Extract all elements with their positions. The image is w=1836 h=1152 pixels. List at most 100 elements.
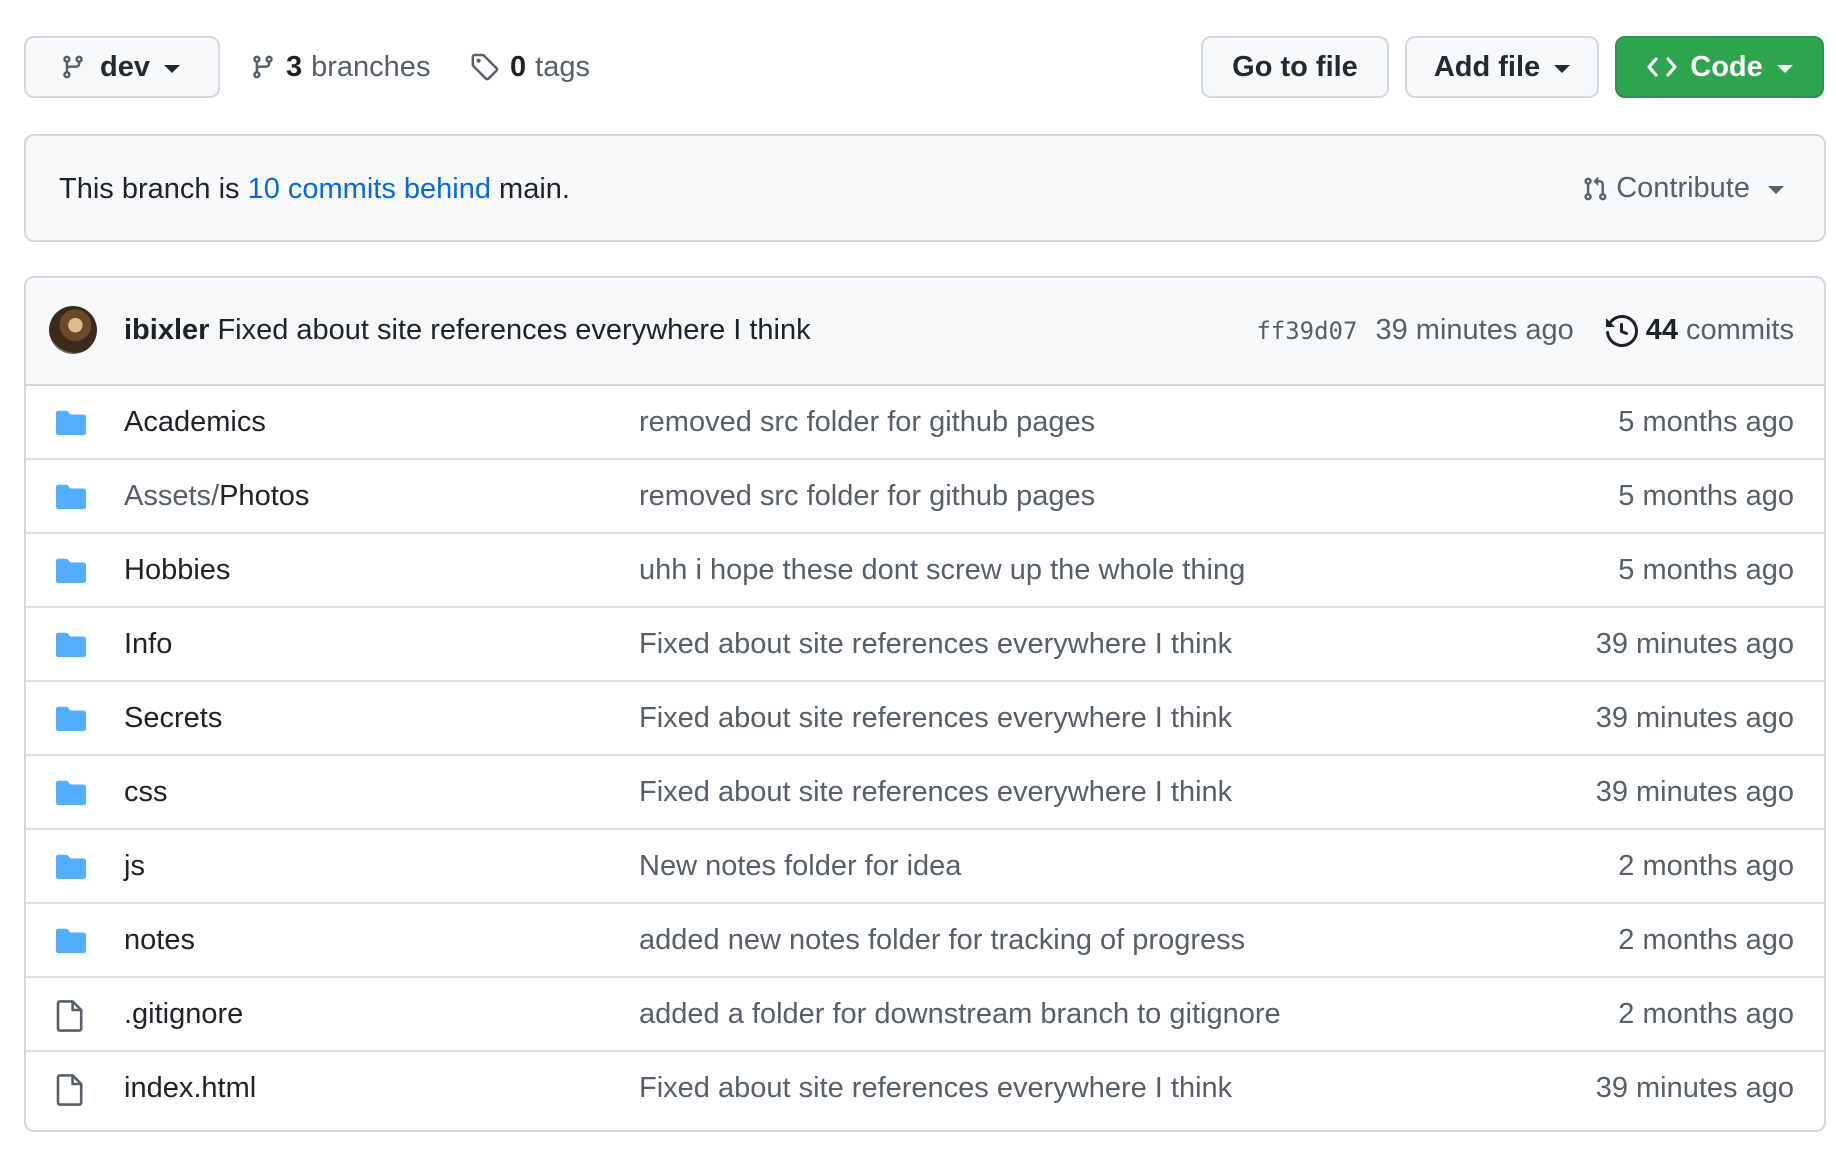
file-name-link[interactable]: css <box>124 776 168 809</box>
file-commit-age: 5 months ago <box>1618 406 1794 438</box>
file-name-part: css <box>124 776 168 808</box>
file-commit-message-link[interactable]: Fixed about site references everywhere I… <box>639 702 1232 735</box>
folder-icon <box>56 852 86 885</box>
file-name-part: Info <box>124 628 173 660</box>
file-name-link[interactable]: Assets/Photos <box>124 480 309 513</box>
folder-icon <box>56 408 86 441</box>
file-commit-age: 39 minutes ago <box>1595 702 1794 734</box>
branches-link[interactable]: 3 branches <box>250 36 430 98</box>
folder-icon <box>56 556 86 589</box>
repo-toolbar: dev 3 branches 0 tags Go to file Add fil… <box>24 36 1824 102</box>
commit-message-link[interactable]: Fixed about site references everywhere I… <box>217 314 810 346</box>
commits-label: commits <box>1686 314 1794 346</box>
history-icon <box>1605 314 1638 347</box>
file-commit-age: 5 months ago <box>1618 554 1794 586</box>
file-commit-age: 2 months ago <box>1618 924 1794 956</box>
tag-icon <box>471 53 499 81</box>
file-row: css Fixed about site references everywher… <box>26 754 1824 828</box>
git-branch-icon <box>253 55 273 79</box>
caret-down-icon <box>1554 64 1571 73</box>
file-name-part: .gitignore <box>124 998 244 1030</box>
branch-status-text: This branch is 10 commits behind main. <box>59 173 570 206</box>
commit-author-link[interactable]: ibixler <box>124 314 209 346</box>
file-name-link[interactable]: index.html <box>124 1072 256 1105</box>
caret-down-icon <box>1776 64 1793 73</box>
commits-history-link[interactable]: 44 commits <box>1605 314 1794 347</box>
folder-icon <box>56 482 86 515</box>
file-name-link[interactable]: .gitignore <box>124 998 243 1031</box>
file-row: index.html Fixed about site references ev… <box>26 1050 1824 1124</box>
tags-link[interactable]: 0 tags <box>470 36 590 98</box>
file-commit-message-link[interactable]: uhh i hope these dont screw up the whole… <box>639 554 1245 587</box>
file-name-part: Academics <box>124 406 266 438</box>
commit-age: 39 minutes ago <box>1375 314 1574 346</box>
contribute-button[interactable]: Contribute <box>1582 172 1784 205</box>
file-commit-message-link[interactable]: removed src folder for github pages <box>639 406 1095 439</box>
avatar[interactable] <box>49 306 97 354</box>
add-file-button[interactable]: Add file <box>1405 36 1599 98</box>
file-path-prefix: Assets/ <box>124 480 220 512</box>
file-name-part: Hobbies <box>124 554 231 586</box>
file-name-link[interactable]: Hobbies <box>124 554 230 587</box>
file-row: js New notes folder for idea 2 months ago <box>26 828 1824 902</box>
file-name-link[interactable]: Academics <box>124 406 266 439</box>
file-name-link[interactable]: Secrets <box>124 702 222 735</box>
file-commit-message-link[interactable]: Fixed about site references everywhere I… <box>639 1072 1232 1105</box>
file-commit-age: 39 minutes ago <box>1595 776 1794 808</box>
file-browser: ibixler Fixed about site references every… <box>24 276 1826 1132</box>
file-name-link[interactable]: js <box>124 850 145 883</box>
file-commit-age: 39 minutes ago <box>1595 1072 1794 1104</box>
file-commit-message-link[interactable]: added a folder for downstream branch to … <box>639 998 1281 1031</box>
file-row: Academics removed src folder for github p… <box>26 386 1824 458</box>
code-button[interactable]: Code <box>1615 36 1824 98</box>
code-label: Code <box>1690 50 1763 83</box>
file-name-part: index.html <box>124 1072 257 1104</box>
git-branch-icon <box>63 55 83 79</box>
folder-icon <box>56 778 86 811</box>
banner-prefix: This branch is <box>59 173 240 205</box>
branch-status-banner: This branch is 10 commits behind main. C… <box>24 134 1826 242</box>
file-name-part: notes <box>124 924 195 956</box>
file-commit-message-link[interactable]: Fixed about site references everywhere I… <box>639 628 1232 661</box>
file-row: Hobbies uhh i hope these dont screw up th… <box>26 532 1824 606</box>
file-row: Secrets Fixed about site references every… <box>26 680 1824 754</box>
file-commit-message-link[interactable]: Fixed about site references everywhere I… <box>639 776 1232 809</box>
file-commit-message-link[interactable]: added new notes folder for tracking of p… <box>639 924 1245 957</box>
go-to-file-button[interactable]: Go to file <box>1201 36 1389 98</box>
tags-count: 0 <box>510 50 527 83</box>
tags-label: tags <box>535 50 590 83</box>
file-commit-age: 2 months ago <box>1618 998 1794 1030</box>
caret-down-icon <box>1768 186 1784 194</box>
file-name-link[interactable]: Info <box>124 628 172 661</box>
branch-select-button[interactable]: dev <box>24 36 220 98</box>
latest-commit-message: ibixler Fixed about site references every… <box>124 314 811 347</box>
file-name-link[interactable]: notes <box>124 924 195 957</box>
folder-icon <box>56 926 86 959</box>
commit-sha-link[interactable]: ff39d07 <box>1256 317 1357 345</box>
branches-count: 3 <box>286 50 303 83</box>
file-row: notes added new notes folder for tracking… <box>26 902 1824 976</box>
file-icon <box>56 1074 84 1111</box>
file-name-part: Photos <box>219 480 310 512</box>
contribute-label: Contribute <box>1616 172 1750 204</box>
file-row: Assets/Photos removed src folder for gith… <box>26 458 1824 532</box>
folder-icon <box>56 630 86 663</box>
file-commit-message-link[interactable]: removed src folder for github pages <box>639 480 1095 513</box>
file-commit-message-link[interactable]: New notes folder for idea <box>639 850 961 883</box>
commits-count: 44 <box>1645 314 1679 346</box>
file-commit-age: 39 minutes ago <box>1595 628 1794 660</box>
file-name-part: js <box>124 850 145 882</box>
file-row: Info Fixed about site references everywhe… <box>26 606 1824 680</box>
latest-commit-bar: ibixler Fixed about site references every… <box>26 278 1824 386</box>
pull-request-icon <box>1584 176 1607 200</box>
file-list: Academics removed src folder for github p… <box>26 386 1824 1124</box>
file-name-part: Secrets <box>124 702 223 734</box>
folder-icon <box>56 704 86 737</box>
caret-down-icon <box>163 64 180 73</box>
branch-name: dev <box>100 50 150 83</box>
commit-meta: ff39d07 39 minutes ago 44 commits <box>1256 314 1794 347</box>
commits-behind-link[interactable]: 10 commits behind <box>248 173 491 205</box>
banner-suffix: main. <box>499 173 570 205</box>
add-file-label: Add file <box>1433 50 1541 83</box>
file-commit-age: 2 months ago <box>1618 850 1794 882</box>
